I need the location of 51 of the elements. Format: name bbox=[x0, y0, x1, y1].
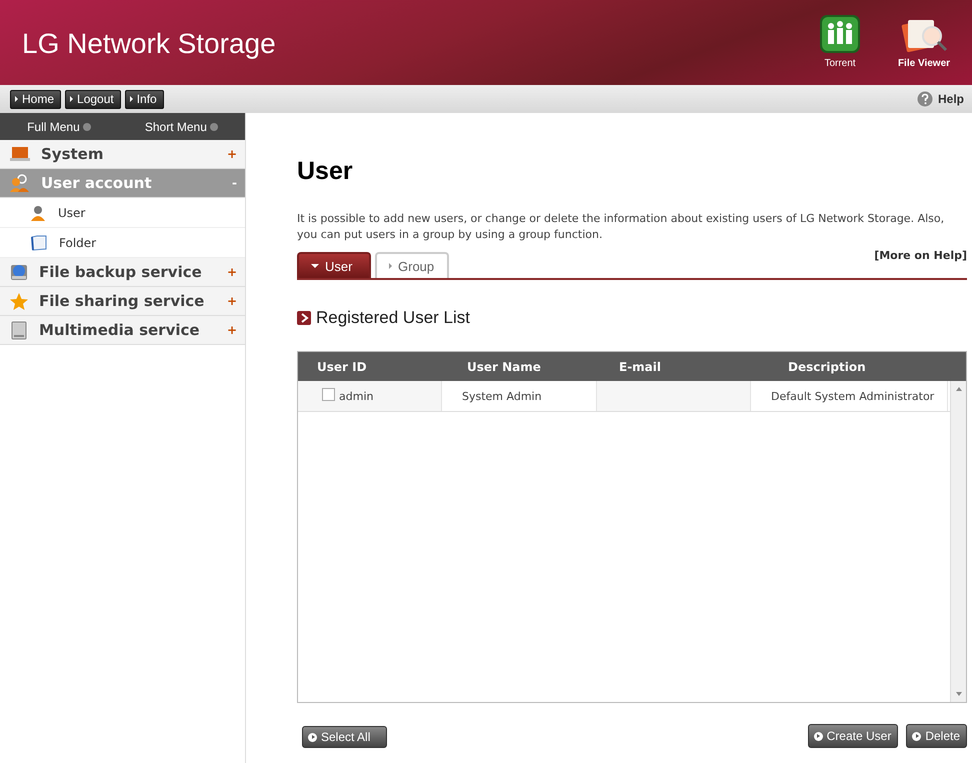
chevron-icon bbox=[297, 311, 311, 325]
action-button[interactable]: Delete bbox=[906, 724, 967, 748]
folder-icon bbox=[30, 234, 47, 251]
nav-button[interactable]: Info bbox=[124, 90, 164, 108]
action-button[interactable]: Select All bbox=[302, 726, 388, 748]
submenu-item[interactable]: User bbox=[0, 198, 245, 228]
sidebar-item-label: File backup service bbox=[39, 263, 203, 281]
sidebar-item-label: File sharing service bbox=[39, 292, 206, 310]
tab[interactable]: Group bbox=[375, 252, 449, 278]
sidebar-item[interactable]: File sharing service + bbox=[0, 287, 245, 316]
action-button[interactable]: Create User bbox=[808, 724, 898, 748]
submenu-label: User bbox=[58, 206, 86, 220]
laptop-icon bbox=[9, 145, 31, 163]
help-icon bbox=[916, 91, 933, 107]
expand-toggle[interactable]: + bbox=[226, 294, 237, 308]
nav-button[interactable]: Home bbox=[10, 90, 62, 108]
scrollbar[interactable] bbox=[950, 381, 966, 702]
submenu-label: Folder bbox=[59, 236, 96, 250]
column-header: Description bbox=[787, 358, 867, 376]
section-title: Registered User List bbox=[316, 308, 470, 328]
menu-mode-toggle[interactable]: Full Menu bbox=[27, 120, 91, 134]
app-title: LG Network Storage bbox=[22, 28, 276, 60]
table-cell: Default System Administrator bbox=[751, 381, 948, 411]
expand-toggle[interactable]: + bbox=[226, 147, 237, 161]
sidebar-item[interactable]: File backup service + bbox=[0, 258, 245, 287]
sidebar-item[interactable]: System + bbox=[0, 140, 245, 169]
app-label[interactable]: File Viewer bbox=[898, 58, 950, 69]
sidebar-item-label: User account bbox=[41, 174, 153, 192]
sidebar-item[interactable]: Multimedia service + bbox=[0, 316, 245, 345]
tab[interactable]: User bbox=[297, 252, 371, 278]
description-text: It is possible to add new users, or change or delete the information about existing users of LG Network Storage. Also, you can put users in a group by using a group function. bbox=[297, 211, 946, 243]
sidebar-item-label: Multimedia service bbox=[39, 321, 201, 339]
column-header: User ID bbox=[316, 358, 368, 376]
help-link[interactable]: [More on Help] bbox=[874, 249, 967, 262]
user-id-text: admin bbox=[339, 390, 374, 402]
checkbox[interactable] bbox=[322, 388, 335, 400]
users-icon bbox=[9, 173, 31, 193]
person-icon bbox=[30, 204, 46, 220]
drive-icon bbox=[9, 320, 29, 340]
app-label[interactable]: Torrent bbox=[824, 58, 856, 69]
expand-toggle[interactable]: + bbox=[226, 323, 237, 337]
nav-button[interactable]: Logout bbox=[65, 90, 121, 108]
help-link[interactable]: Help bbox=[916, 91, 964, 107]
column-header: User Name bbox=[466, 358, 542, 376]
people-icon bbox=[819, 14, 861, 54]
page-title: User bbox=[297, 157, 354, 186]
star-icon bbox=[9, 292, 29, 310]
menu-mode-toggle[interactable]: Short Menu bbox=[144, 120, 218, 134]
expand-toggle[interactable]: + bbox=[226, 265, 237, 279]
column-header: E-mail bbox=[618, 358, 662, 376]
sidebar-item-label: System bbox=[41, 145, 104, 163]
